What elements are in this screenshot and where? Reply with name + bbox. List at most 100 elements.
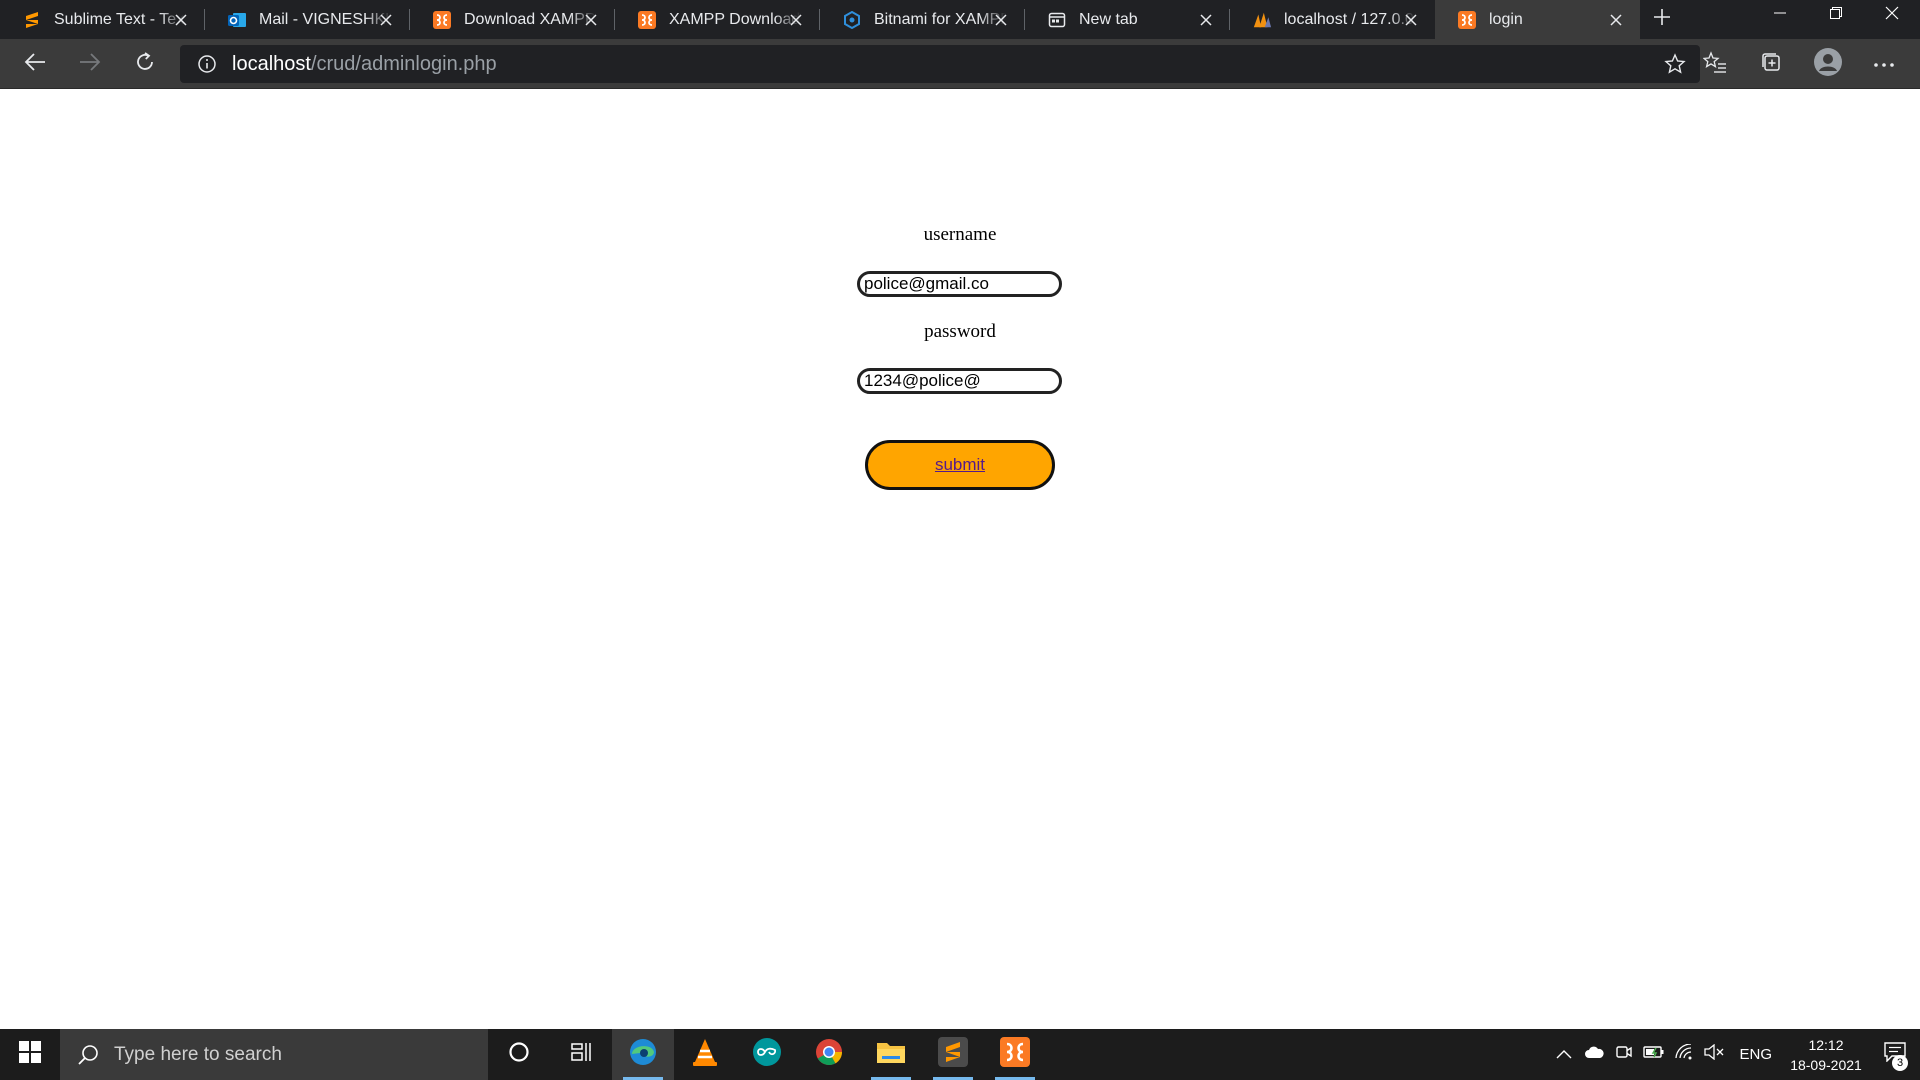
start-button[interactable] (0, 1029, 60, 1080)
tab-title: login (1489, 10, 1523, 28)
avatar-icon (1813, 47, 1843, 82)
bitnami-icon (842, 10, 862, 30)
tab-xampp-downloads[interactable]: XAMPP Downloads (615, 0, 820, 39)
password-input[interactable] (857, 368, 1062, 394)
more-horizontal-icon (1873, 55, 1895, 73)
settings-more-button[interactable] (1866, 46, 1902, 82)
volume-tray[interactable] (1699, 1029, 1729, 1080)
minimize-icon (1774, 6, 1786, 24)
sublime-icon (938, 1037, 968, 1072)
tab-mail[interactable]: Mail - VIGNESHKUMAR (205, 0, 410, 39)
reload-button[interactable] (127, 46, 163, 82)
url-text[interactable]: localhost/crud/adminlogin.php (232, 53, 497, 76)
battery-charging-icon (1643, 1045, 1665, 1064)
system-tray: ENG 12:12 18-09-2021 3 (1549, 1029, 1920, 1080)
taskbar-search-box[interactable]: Type here to search (60, 1029, 488, 1080)
cortana-button[interactable] (488, 1029, 550, 1080)
close-icon[interactable] (376, 10, 396, 30)
username-input[interactable] (857, 271, 1062, 297)
arrow-left-icon (24, 52, 46, 77)
outlook-icon (227, 10, 247, 30)
tab-title: localhost / 127.0.0.1 (1284, 10, 1416, 28)
tab-title: Download XAMPP (464, 10, 596, 28)
close-icon[interactable] (1606, 10, 1626, 30)
taskbar-sublime[interactable] (922, 1029, 984, 1080)
close-icon[interactable] (581, 10, 601, 30)
close-icon[interactable] (991, 10, 1011, 30)
username-label: username (923, 224, 997, 245)
browser-toolbar: localhost/crud/adminlogin.php (0, 39, 1920, 89)
restore-button[interactable] (1808, 0, 1864, 30)
close-icon (1885, 6, 1899, 25)
back-button[interactable] (17, 46, 53, 82)
tab-title: XAMPP Downloads (669, 10, 801, 28)
url-path: /crud/adminlogin.php (310, 52, 497, 75)
cloud-icon (1584, 1045, 1605, 1064)
tab-download-xampp[interactable]: Download XAMPP (410, 0, 615, 39)
wifi-tray[interactable] (1669, 1029, 1699, 1080)
tab-bitnami[interactable]: Bitnami for XAMPP (820, 0, 1025, 39)
submit-button[interactable]: submit (865, 440, 1055, 490)
forward-button[interactable] (72, 46, 108, 82)
clock-time: 12:12 (1808, 1036, 1844, 1053)
taskbar-file-explorer[interactable] (860, 1029, 922, 1080)
tab-new-tab[interactable]: New tab (1025, 0, 1230, 39)
chrome-icon (814, 1037, 844, 1072)
page-content: username password submit (0, 90, 1920, 1029)
taskbar-chrome[interactable] (798, 1029, 860, 1080)
task-view-button[interactable] (550, 1029, 612, 1080)
password-label: password (924, 321, 996, 342)
tab-strip: Sublime Text - Text Editing, Done Right … (0, 0, 1920, 39)
tab-phpmyadmin[interactable]: localhost / 127.0.0.1 (1230, 0, 1435, 39)
profile-button[interactable] (1810, 46, 1846, 82)
tab-sublime[interactable]: Sublime Text - Text Editing, Done Right (0, 0, 205, 39)
notification-count-badge: 3 (1892, 1055, 1908, 1071)
star-icon[interactable] (1662, 51, 1688, 77)
minimize-button[interactable] (1752, 0, 1808, 30)
taskbar-clock[interactable]: 12:12 18-09-2021 (1782, 1035, 1870, 1075)
new-tab-page-icon (1047, 10, 1067, 30)
tab-login[interactable]: login (1435, 0, 1640, 39)
close-icon[interactable] (1196, 10, 1216, 30)
url-host: localhost (232, 52, 311, 75)
meet-now-icon (1615, 1043, 1633, 1066)
windows-taskbar: Type here to search ENG 12:12 18-09-2021… (0, 1029, 1920, 1080)
show-hidden-icons-button[interactable] (1549, 1029, 1579, 1080)
new-tab-button[interactable] (1640, 0, 1684, 39)
battery-tray[interactable] (1639, 1029, 1669, 1080)
clock-date: 18-09-2021 (1790, 1056, 1862, 1073)
xampp-icon (637, 10, 657, 30)
tab-title: Bitnami for XAMPP (874, 10, 1006, 28)
taskbar-edge[interactable] (612, 1029, 674, 1080)
taskbar-arduino[interactable] (736, 1029, 798, 1080)
onedrive-tray[interactable] (1579, 1029, 1609, 1080)
arrow-right-icon (79, 52, 101, 77)
vlc-icon (691, 1037, 719, 1072)
folder-icon (876, 1039, 906, 1070)
edge-icon (628, 1037, 658, 1072)
windows-logo-icon (19, 1041, 41, 1068)
wifi-icon (1675, 1043, 1693, 1065)
chevron-up-icon (1556, 1046, 1572, 1064)
tab-title: Sublime Text - Text Editing, Done Right (54, 10, 186, 28)
tab-title: New tab (1079, 10, 1138, 28)
xampp-icon (1457, 10, 1477, 30)
taskbar-vlc[interactable] (674, 1029, 736, 1080)
taskbar-xampp[interactable] (984, 1029, 1046, 1080)
close-icon[interactable] (786, 10, 806, 30)
refresh-icon (134, 51, 156, 78)
close-window-button[interactable] (1864, 0, 1920, 30)
close-icon[interactable] (1401, 10, 1421, 30)
favorites-button[interactable] (1697, 46, 1733, 82)
meet-now-tray[interactable] (1609, 1029, 1639, 1080)
phpmyadmin-icon (1252, 10, 1272, 30)
favorites-list-icon (1702, 50, 1727, 78)
xampp-icon (432, 10, 452, 30)
close-icon[interactable] (171, 10, 191, 30)
input-language[interactable]: ENG (1729, 1046, 1782, 1063)
info-icon[interactable] (194, 51, 220, 77)
address-bar[interactable]: localhost/crud/adminlogin.php (180, 45, 1700, 83)
action-center-button[interactable]: 3 (1870, 1029, 1920, 1080)
task-view-icon (570, 1041, 592, 1068)
collections-button[interactable] (1753, 46, 1789, 82)
